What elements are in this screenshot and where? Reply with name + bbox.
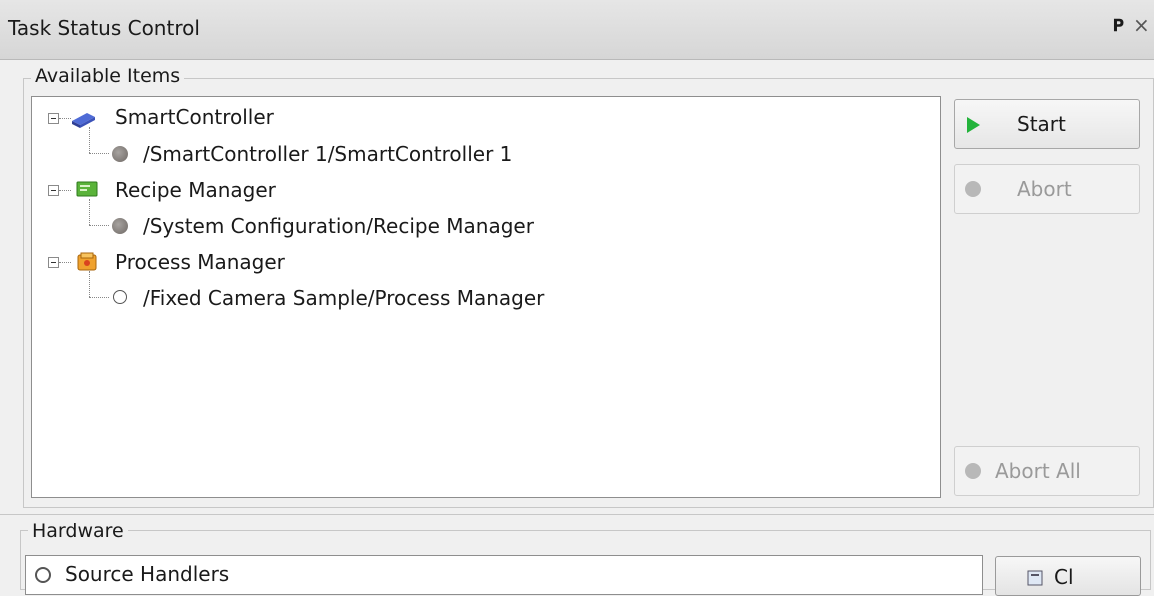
- stopped-status-icon: [112, 146, 128, 162]
- play-icon: [967, 117, 980, 133]
- hardware-label: Hardware: [28, 520, 128, 542]
- tree-item-smartcontroller-1[interactable]: /SmartController 1/SmartController 1: [143, 142, 512, 166]
- collapse-toggle-smartcontroller[interactable]: [48, 113, 59, 124]
- clear-icon: [1027, 570, 1043, 586]
- stopped-status-icon: [112, 218, 128, 234]
- process-manager-icon: [77, 252, 97, 271]
- tree-node-smartcontroller[interactable]: SmartController: [115, 105, 274, 129]
- panel-title: Task Status Control: [8, 16, 200, 40]
- recipe-manager-icon: [76, 181, 98, 197]
- stop-icon: [965, 181, 981, 197]
- smartcontroller-icon: [72, 113, 95, 128]
- tree-node-recipe-manager[interactable]: Recipe Manager: [115, 178, 276, 202]
- abort-all-button[interactable]: Abort All: [954, 446, 1140, 496]
- hardware-list[interactable]: Source Handlers: [25, 555, 983, 595]
- panel-titlebar: Task Status Control 𝐏 ×: [0, 0, 1154, 60]
- tree-node-process-manager[interactable]: Process Manager: [115, 250, 285, 274]
- available-items-label: Available Items: [31, 65, 185, 87]
- idle-status-icon: [113, 290, 127, 304]
- hardware-item-source-handlers[interactable]: Source Handlers: [65, 562, 229, 586]
- start-button[interactable]: Start: [954, 99, 1140, 149]
- hardware-border-top: [0, 514, 1154, 515]
- pin-icon[interactable]: 𝐏: [1113, 16, 1124, 36]
- collapse-toggle-process-manager[interactable]: [48, 257, 59, 268]
- available-items-tree[interactable]: SmartController /SmartController 1/Smart…: [31, 96, 941, 498]
- collapse-toggle-recipe-manager[interactable]: [48, 185, 59, 196]
- close-icon[interactable]: ×: [1133, 13, 1150, 37]
- abort-button[interactable]: Abort: [954, 164, 1140, 214]
- idle-status-icon: [35, 567, 51, 583]
- stop-icon: [965, 463, 981, 479]
- tree-item-recipe-manager[interactable]: /System Configuration/Recipe Manager: [143, 214, 534, 238]
- tree-item-process-manager[interactable]: /Fixed Camera Sample/Process Manager: [143, 286, 544, 310]
- hardware-clear-button[interactable]: Cl: [995, 556, 1141, 596]
